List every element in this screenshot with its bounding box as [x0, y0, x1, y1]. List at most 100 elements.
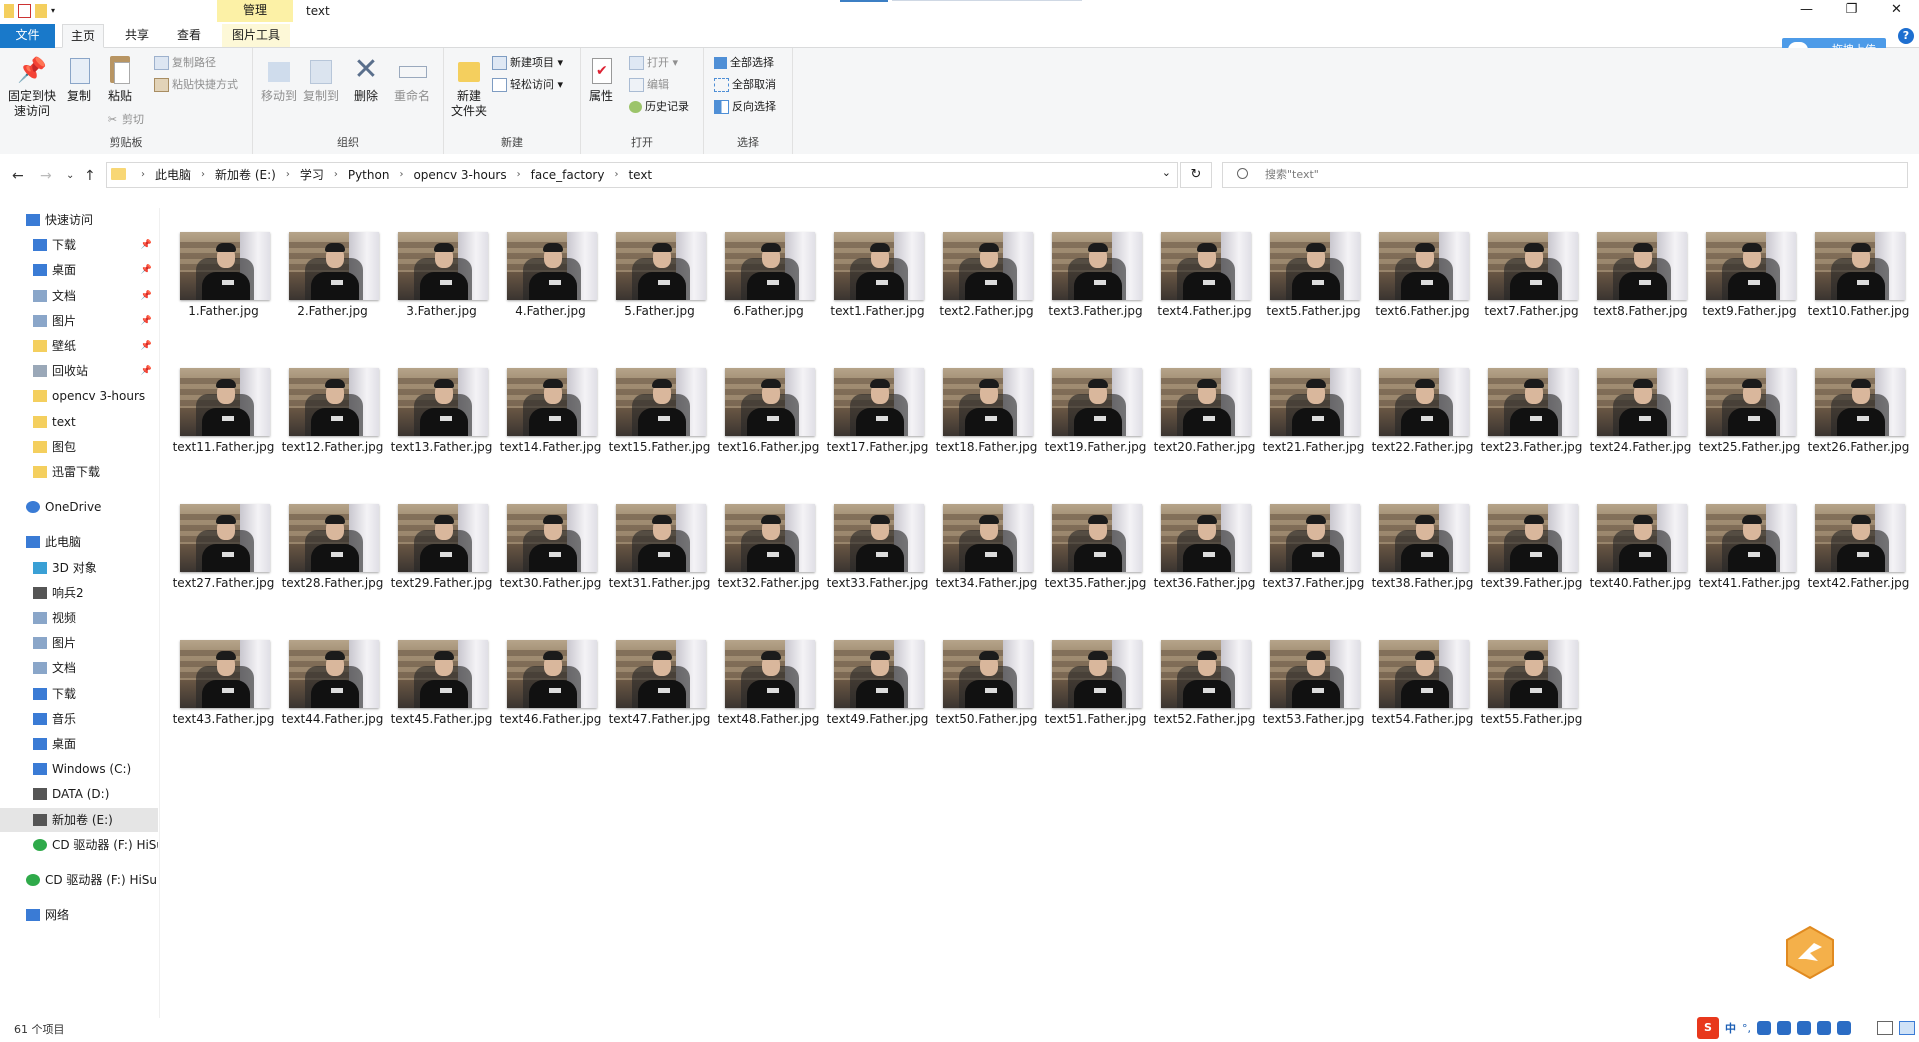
file-item[interactable]: text17.Father.jpg: [824, 358, 931, 486]
file-item[interactable]: text25.Father.jpg: [1696, 358, 1803, 486]
new-item-button[interactable]: 新建项目 ▾: [492, 54, 563, 72]
file-item[interactable]: text7.Father.jpg: [1478, 222, 1585, 350]
file-item[interactable]: 6.Father.jpg: [715, 222, 822, 350]
open-button[interactable]: 打开 ▾: [629, 54, 678, 72]
breadcrumb-item[interactable]: 学习: [294, 163, 330, 187]
file-item[interactable]: text48.Father.jpg: [715, 630, 822, 758]
sidebar-item[interactable]: 音乐: [0, 707, 158, 731]
breadcrumb-separator-icon[interactable]: ›: [513, 163, 525, 187]
file-item[interactable]: text24.Father.jpg: [1587, 358, 1694, 486]
breadcrumb-item[interactable]: 新加卷 (E:): [209, 163, 282, 187]
delete-button[interactable]: ✕ 删除: [349, 54, 383, 104]
skin-icon[interactable]: [1817, 1021, 1831, 1035]
chevron-down-icon[interactable]: ▾: [51, 4, 59, 18]
breadcrumb-separator-icon[interactable]: ›: [197, 163, 209, 187]
help-icon[interactable]: ?: [1898, 28, 1914, 44]
file-item[interactable]: 3.Father.jpg: [388, 222, 495, 350]
breadcrumb-separator-icon[interactable]: ›: [610, 163, 622, 187]
new-folder-icon[interactable]: [35, 4, 47, 18]
sidebar-item[interactable]: 图片 📌: [0, 309, 158, 333]
file-item[interactable]: text14.Father.jpg: [497, 358, 604, 486]
file-item[interactable]: text6.Father.jpg: [1369, 222, 1476, 350]
copy-button[interactable]: 复制: [62, 54, 96, 104]
file-item[interactable]: text40.Father.jpg: [1587, 494, 1694, 622]
sidebar-item[interactable]: 新加卷 (E:): [0, 807, 158, 832]
sidebar-item[interactable]: 图包: [0, 435, 158, 459]
forward-icon[interactable]: →: [40, 168, 52, 184]
file-item[interactable]: text49.Father.jpg: [824, 630, 931, 758]
file-item[interactable]: text20.Father.jpg: [1151, 358, 1258, 486]
copy-path-button[interactable]: 复制路径: [154, 54, 216, 72]
emoji-icon[interactable]: [1757, 1021, 1771, 1035]
sidebar-item[interactable]: text: [0, 410, 158, 434]
sogou-ime-icon[interactable]: S: [1697, 1017, 1719, 1039]
file-item[interactable]: text16.Father.jpg: [715, 358, 822, 486]
cut-button[interactable]: ✂ 剪切: [106, 111, 144, 129]
file-item[interactable]: text4.Father.jpg: [1151, 222, 1258, 350]
file-item[interactable]: text2.Father.jpg: [933, 222, 1040, 350]
file-item[interactable]: text36.Father.jpg: [1151, 494, 1258, 622]
maximize-button[interactable]: ❐: [1829, 0, 1874, 22]
file-item[interactable]: text27.Father.jpg: [170, 494, 277, 622]
file-item[interactable]: text12.Father.jpg: [279, 358, 386, 486]
file-item[interactable]: text38.Father.jpg: [1369, 494, 1476, 622]
file-item[interactable]: text31.Father.jpg: [606, 494, 713, 622]
microphone-icon[interactable]: [1777, 1021, 1791, 1035]
breadcrumb-item[interactable]: face_factory: [525, 163, 611, 187]
move-to-button[interactable]: 移动到: [259, 54, 299, 104]
ime-mode[interactable]: 中: [1725, 1020, 1736, 1036]
sidebar-item[interactable]: 桌面: [0, 732, 158, 756]
sidebar-item[interactable]: 此电脑: [0, 530, 158, 554]
file-item[interactable]: text52.Father.jpg: [1151, 630, 1258, 758]
file-item[interactable]: text5.Father.jpg: [1260, 222, 1367, 350]
pane-divider[interactable]: [159, 208, 160, 1018]
file-item[interactable]: text42.Father.jpg: [1805, 494, 1912, 622]
breadcrumb-separator-icon[interactable]: ›: [330, 163, 342, 187]
file-item[interactable]: text11.Father.jpg: [170, 358, 277, 486]
sidebar-item[interactable]: 迅雷下载: [0, 460, 158, 484]
refresh-button[interactable]: ↻: [1180, 162, 1212, 188]
file-item[interactable]: text19.Father.jpg: [1042, 358, 1149, 486]
breadcrumb-item[interactable]: opencv 3-hours: [407, 163, 512, 187]
chevron-down-icon[interactable]: ⌄: [1162, 166, 1171, 179]
edit-button[interactable]: 编辑: [629, 76, 669, 94]
file-item[interactable]: text32.Father.jpg: [715, 494, 822, 622]
sidebar-item[interactable]: Windows (C:): [0, 757, 158, 781]
sidebar-item[interactable]: CD 驱动器 (F:) HiSui: [0, 868, 158, 892]
properties-button[interactable]: ✔ 属性: [585, 54, 617, 104]
search-input[interactable]: 搜索"text": [1222, 162, 1908, 188]
breadcrumb-item[interactable]: text: [622, 163, 658, 187]
minimize-button[interactable]: —: [1784, 0, 1829, 22]
file-item[interactable]: text29.Father.jpg: [388, 494, 495, 622]
sidebar-item[interactable]: 响兵2: [0, 581, 158, 605]
file-item[interactable]: text45.Father.jpg: [388, 630, 495, 758]
sidebar-item[interactable]: DATA (D:): [0, 782, 158, 806]
file-item[interactable]: text37.Father.jpg: [1260, 494, 1367, 622]
file-item[interactable]: text41.Father.jpg: [1696, 494, 1803, 622]
file-item[interactable]: text50.Father.jpg: [933, 630, 1040, 758]
file-item[interactable]: text47.Father.jpg: [606, 630, 713, 758]
file-item[interactable]: text21.Father.jpg: [1260, 358, 1367, 486]
keyboard-icon[interactable]: [1797, 1021, 1811, 1035]
file-item[interactable]: 4.Father.jpg: [497, 222, 604, 350]
file-item[interactable]: 1.Father.jpg: [170, 222, 277, 350]
file-item[interactable]: text13.Father.jpg: [388, 358, 495, 486]
file-item[interactable]: text9.Father.jpg: [1696, 222, 1803, 350]
file-item[interactable]: text1.Father.jpg: [824, 222, 931, 350]
tab-share[interactable]: 共享: [118, 24, 156, 47]
tab-home[interactable]: 主页: [62, 24, 104, 48]
properties-icon[interactable]: [18, 4, 31, 18]
close-button[interactable]: ✕: [1874, 0, 1919, 22]
sidebar-item[interactable]: 文档: [0, 656, 158, 680]
select-none-button[interactable]: 全部取消: [714, 76, 776, 94]
file-item[interactable]: text43.Father.jpg: [170, 630, 277, 758]
back-icon[interactable]: ←: [12, 168, 24, 184]
tab-picture-tools[interactable]: 图片工具: [222, 24, 290, 47]
sidebar-item[interactable]: 下载 📌: [0, 233, 158, 257]
toolbox-icon[interactable]: [1837, 1021, 1851, 1035]
sidebar-item[interactable]: CD 驱动器 (F:) HiSui: [0, 833, 158, 857]
file-item[interactable]: text46.Father.jpg: [497, 630, 604, 758]
file-item[interactable]: 2.Father.jpg: [279, 222, 386, 350]
sidebar-item[interactable]: 快速访问: [0, 208, 158, 232]
easy-access-button[interactable]: 轻松访问 ▾: [492, 76, 563, 94]
